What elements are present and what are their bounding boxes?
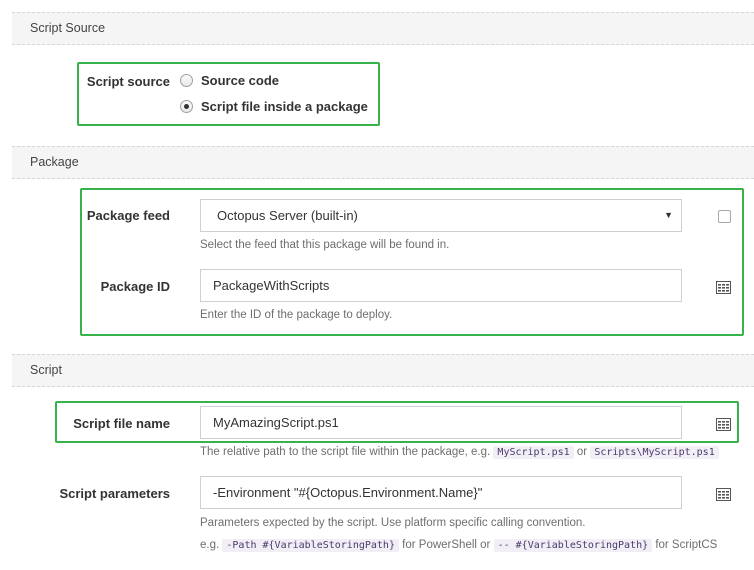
radio-script-file-in-package[interactable]: Script file inside a package [180, 99, 368, 114]
script-params-help-mid: for PowerShell or [402, 539, 491, 551]
section-header-package: Package [12, 146, 754, 179]
script-parameters-label: Script parameters [59, 486, 170, 501]
package-id-input[interactable]: PackageWithScripts [200, 269, 682, 302]
script-parameters-help-2: e.g. -Path #{VariableStoringPath} for Po… [200, 539, 718, 552]
script-params-help-prefix: e.g. [200, 539, 220, 551]
package-feed-checkbox[interactable] [718, 210, 731, 223]
script-params-help-code-2: -- #{VariableStoringPath} [493, 539, 653, 552]
package-feed-value: Octopus Server (built-in) [217, 208, 358, 223]
variable-binding-icon[interactable] [716, 488, 731, 501]
script-file-help-code-2: Scripts\MyScript.ps1 [590, 446, 719, 459]
section-header-script-source: Script Source [12, 12, 754, 45]
highlight-script-source [77, 62, 380, 126]
script-source-label: Script source [86, 74, 170, 89]
section-header-script: Script [12, 354, 754, 387]
radio-script-file-in-package-label[interactable]: Script file inside a package [201, 99, 368, 114]
script-file-name-label: Script file name [73, 416, 170, 431]
script-params-help-suffix: for ScriptCS [655, 539, 718, 551]
variable-binding-icon[interactable] [716, 281, 731, 294]
script-file-name-help: The relative path to the script file wit… [200, 446, 719, 459]
script-file-help-or: or [576, 446, 588, 458]
package-feed-select[interactable]: Octopus Server (built-in) ▼ [200, 199, 682, 232]
radio-source-code-indicator[interactable] [180, 74, 193, 87]
script-file-help-text: The relative path to the script file wit… [200, 446, 491, 458]
script-file-name-input[interactable]: MyAmazingScript.ps1 [200, 406, 682, 439]
script-file-help-code-1: MyScript.ps1 [493, 446, 574, 459]
radio-source-code[interactable]: Source code [180, 73, 279, 88]
script-parameters-help-1: Parameters expected by the script. Use p… [200, 517, 586, 529]
chevron-down-icon: ▼ [664, 210, 673, 220]
script-params-help-code-1: -Path #{VariableStoringPath} [222, 539, 399, 552]
package-feed-help: Select the feed that this package will b… [200, 239, 450, 251]
script-parameters-input[interactable]: -Environment "#{Octopus.Environment.Name… [200, 476, 682, 509]
package-id-label: Package ID [100, 279, 170, 294]
radio-script-file-in-package-indicator[interactable] [180, 100, 193, 113]
package-id-help: Enter the ID of the package to deploy. [200, 309, 393, 321]
variable-binding-icon[interactable] [716, 418, 731, 431]
radio-source-code-label[interactable]: Source code [201, 73, 279, 88]
package-feed-label: Package feed [86, 208, 170, 223]
